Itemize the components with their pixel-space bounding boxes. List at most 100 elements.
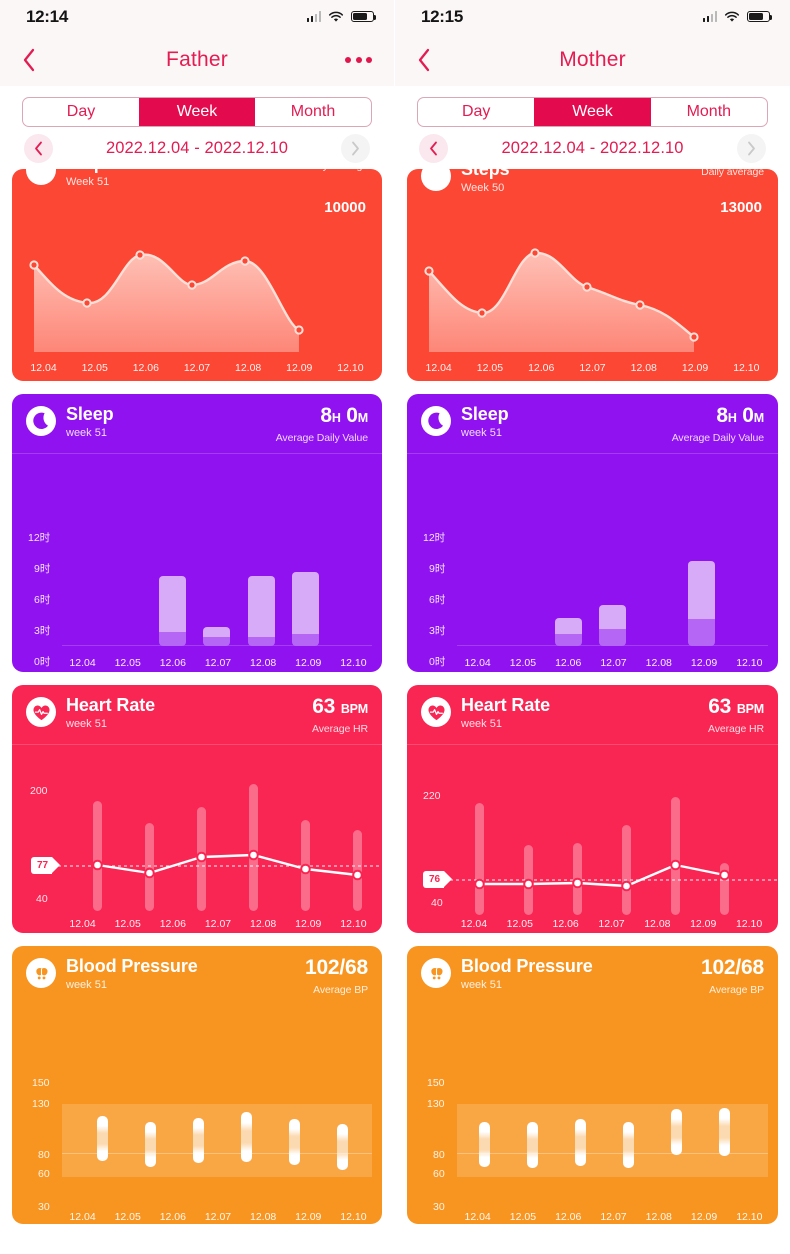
x-tick: 12.10 [337,362,364,374]
sleep-header: Sleep week 51 8H 0M Average Daily Value [407,394,778,453]
battery-icon [351,10,377,23]
card-sleep[interactable]: Sleep week 51 8H 0M Average Daily Value … [12,394,382,672]
bp-range-bar [671,1109,682,1155]
footsteps-icon [421,169,451,191]
tab-day[interactable]: Day [418,98,534,126]
x-tick: 12.04 [460,918,488,930]
x-tick: 12.04 [69,657,96,669]
bp-range-bar [97,1116,108,1161]
x-tick: 12.09 [286,362,313,374]
card-sleep[interactable]: Sleep week 51 8H 0M Average Daily Value … [407,394,778,672]
chevron-right-icon [748,141,755,155]
x-tick: 12.08 [234,362,262,374]
status-bar: 12:14 [0,0,394,33]
steps-header-clipped: Steps Week 51 Daily average [12,169,382,197]
bp-range-bar [527,1122,538,1168]
hr-unit: BPM [340,702,368,716]
steps-title-block: Steps Week 51 [66,169,115,188]
tab-week[interactable]: Week [139,98,255,126]
bar-col [151,506,195,646]
card-blood-pressure[interactable]: Blood Pressure week 51 102/68 Average BP… [12,946,382,1224]
period-segmented-control-wrap: Day Week Month [0,86,394,127]
card-blood-pressure[interactable]: Blood Pressure week 51 102/68 Average BP… [407,946,778,1224]
previous-week-button[interactable] [24,133,53,163]
moon-face-icon [421,406,451,436]
bp-range-bar [289,1119,300,1165]
period-segmented-control: Day Week Month [417,97,768,127]
card-steps[interactable]: Steps Week 50 Daily average 13000 12.04 … [407,169,778,381]
wifi-icon [724,11,740,22]
steps-note-block: Daily average [305,169,368,188]
steps-area-chart [29,250,304,352]
y-tick: 80 [433,1149,445,1161]
page-title: Mother [559,47,626,71]
card-heart-rate[interactable]: Heart Rate week 51 63 BPM Average HR 200… [12,685,382,933]
hr-header: Heart Rate week 51 63 BPM Average HR [407,685,778,744]
y-tick: 150 [427,1077,445,1089]
steps-title: Steps [66,169,115,173]
bp-header: Blood Pressure week 51 102/68 Average BP [407,946,778,1005]
tab-week[interactable]: Week [534,98,651,126]
more-horizontal-icon [345,56,351,63]
y-tick: 60 [433,1168,445,1180]
hr-title: Heart Rate [66,695,156,715]
x-tick: 12.06 [555,657,582,669]
next-week-button[interactable] [341,133,370,163]
hr-number: 63 [708,695,732,718]
x-tick: 12.04 [69,1211,96,1223]
steps-subtitle: Week 51 [66,176,110,189]
x-tick: 12.05 [114,657,141,669]
x-tick: 12.09 [295,1211,322,1223]
x-tick: 12.07 [600,1211,627,1223]
bp-x-axis: 12.04 12.05 12.06 12.07 12.08 12.09 12.1… [407,1211,778,1223]
steps-x-axis: 12.04 12.05 12.06 12.07 12.08 12.09 12.1… [407,362,778,374]
bar-col [195,506,239,646]
heart-pulse-icon [421,697,451,727]
sleep-subtitle: week 51 [66,427,107,440]
sleep-note: Average Daily Value [275,432,368,444]
tab-month[interactable]: Month [651,98,767,126]
hr-x-axis: 12.04 12.05 12.06 12.07 12.08 12.09 12.1… [12,918,382,930]
kidney-icon [421,958,451,988]
more-options-button[interactable] [345,56,372,63]
x-tick: 12.09 [690,1211,718,1223]
sleep-title-block: Sleep week 51 [461,404,509,440]
card-heart-rate[interactable]: Heart Rate week 51 63 BPM Average HR 220… [407,685,778,933]
card-steps[interactable]: Steps Week 51 Daily average 10000 [12,169,382,381]
tab-day[interactable]: Day [23,98,139,126]
sleep-plot: 12时 9时 6时 3时 0时 12.04 12.05 12.06 12.07 … [12,454,382,672]
bp-mid-line [62,1153,372,1155]
x-tick: 12.06 [159,1211,186,1223]
sleep-subtitle: week 51 [461,427,502,440]
y-tick: 6时 [34,594,51,606]
hr-x-axis: 12.04 12.05 12.06 12.07 12.08 12.09 12.1… [407,918,778,930]
bp-title: Blood Pressure [461,956,593,976]
status-time: 12:14 [26,6,68,26]
sleep-bars [62,506,372,646]
x-tick: 12.06 [528,362,555,374]
tab-month[interactable]: Month [255,98,371,126]
sleep-hours-unit: H [331,411,341,425]
hr-value: 63 BPM [708,696,764,717]
x-tick: 12.04 [30,362,57,374]
sleep-x-axis: 12.04 12.05 12.06 12.07 12.08 12.09 12.1… [407,657,778,669]
x-tick: 12.09 [295,918,322,930]
hr-line-chart [450,859,778,892]
x-tick: 12.05 [81,362,108,374]
bar-col [106,506,150,646]
x-tick: 12.05 [114,918,141,930]
period-segmented-control: Day Week Month [22,97,372,127]
x-tick: 12.09 [295,657,322,669]
previous-week-button[interactable] [419,133,448,163]
x-tick: 12.05 [509,657,537,669]
x-tick: 12.07 [204,918,232,930]
hr-note: Average HR [311,723,368,735]
x-tick: 12.06 [159,918,186,930]
x-tick: 12.07 [579,362,606,374]
next-week-button[interactable] [737,133,766,163]
footsteps-icon [26,169,56,185]
dual-screenshot-container: 12:14 Father Day Week Month 2022.12.04 -… [0,0,790,1254]
hr-unit: BPM [736,702,764,716]
status-icons [702,10,773,23]
steps-note: Daily average [305,169,368,172]
